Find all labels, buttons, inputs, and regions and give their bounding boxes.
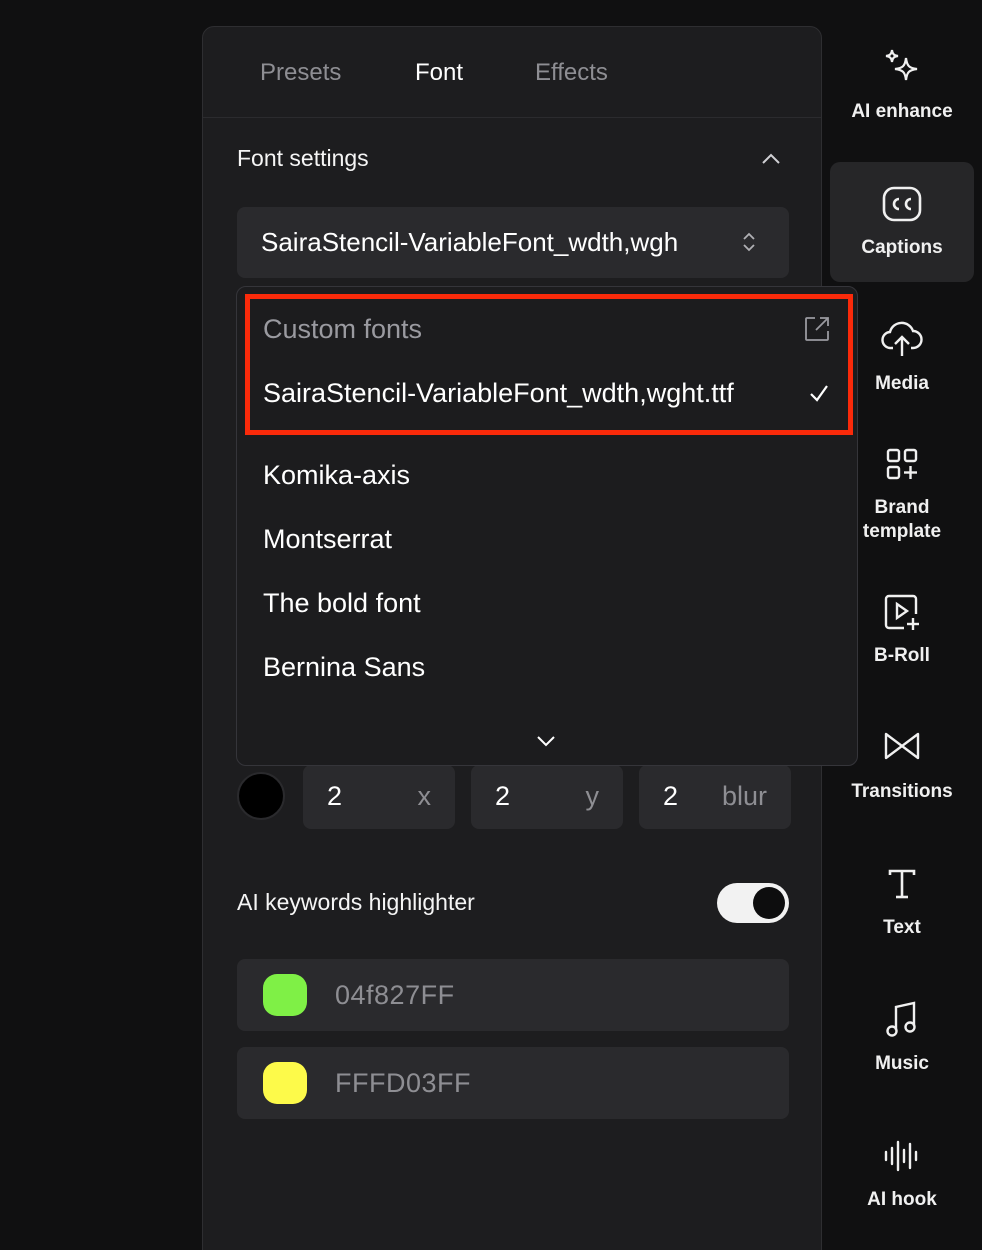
waveform-icon bbox=[884, 1140, 918, 1172]
rail-label: Music bbox=[875, 1053, 929, 1074]
font-select[interactable]: SairaStencil-VariableFont_wdth,wgh bbox=[237, 207, 789, 278]
rail-captions[interactable]: Captions bbox=[830, 162, 974, 282]
shadow-x-input[interactable]: 2 x bbox=[303, 765, 455, 829]
shadow-y-value: 2 bbox=[495, 781, 511, 811]
color-hex-1: 04f827FF bbox=[335, 980, 455, 1010]
rail-label: Text bbox=[883, 917, 921, 938]
text-icon bbox=[888, 869, 916, 899]
transitions-icon bbox=[884, 732, 920, 760]
color-swatch-yellow bbox=[263, 1062, 307, 1104]
rail-broll[interactable]: B-Roll bbox=[830, 578, 974, 698]
tab-presets[interactable]: Presets bbox=[260, 59, 341, 87]
dropdown-item[interactable]: Montserrat bbox=[263, 524, 392, 555]
ai-keywords-label: AI keywords highlighter bbox=[237, 889, 475, 915]
external-link-icon[interactable] bbox=[803, 315, 831, 343]
rail-label: B-Roll bbox=[874, 645, 930, 666]
shadow-x-value: 2 bbox=[327, 781, 343, 811]
rail-music[interactable]: Music bbox=[830, 986, 974, 1106]
rail-label: AI enhance bbox=[851, 101, 953, 122]
shadow-y-input[interactable]: 2 y bbox=[471, 765, 623, 829]
font-select-value: SairaStencil-VariableFont_wdth,wgh bbox=[261, 227, 679, 257]
shadow-blur-value: 2 bbox=[663, 781, 679, 811]
chevron-up-icon[interactable] bbox=[759, 147, 783, 171]
shadow-blur-unit: blur bbox=[721, 781, 767, 811]
custom-fonts-header: Custom fonts bbox=[263, 314, 423, 344]
shadow-blur-input[interactable]: 2 blur bbox=[639, 765, 791, 829]
tab-bar: Presets Font Effects bbox=[203, 27, 821, 118]
broll-icon bbox=[884, 594, 919, 630]
ai-keywords-toggle[interactable] bbox=[717, 883, 789, 923]
tab-effects[interactable]: Effects bbox=[535, 59, 608, 87]
dropdown-item[interactable]: The bold font bbox=[263, 588, 421, 619]
shadow-y-unit: y bbox=[585, 781, 600, 811]
font-settings-title: Font settings bbox=[237, 145, 369, 171]
rail-transitions[interactable]: Transitions bbox=[830, 714, 974, 834]
dropdown-item[interactable]: Bernina Sans bbox=[263, 652, 425, 683]
rail-ai-enhance[interactable]: AI enhance bbox=[830, 26, 974, 146]
font-dropdown-menu: Custom fonts SairaStencil-VariableFont_w… bbox=[236, 286, 858, 766]
cloud-upload-icon bbox=[881, 321, 923, 356]
rail-label: AI hook bbox=[867, 1189, 937, 1210]
check-icon bbox=[810, 385, 828, 402]
sparkle-icon bbox=[885, 49, 918, 81]
shadow-x-unit: x bbox=[417, 781, 432, 811]
tab-font[interactable]: Font bbox=[415, 59, 463, 87]
brand-template-icon bbox=[886, 448, 918, 480]
toggle-knob bbox=[753, 887, 785, 919]
rail-label: Media bbox=[875, 373, 929, 394]
rail-ai-hook[interactable]: AI hook bbox=[830, 1122, 974, 1242]
dropdown-item-custom-font[interactable]: SairaStencil-VariableFont_wdth,wght.ttf bbox=[263, 378, 734, 409]
rail-brand-template[interactable]: Brand template bbox=[830, 434, 974, 554]
color-hex-2: FFFD03FF bbox=[335, 1068, 471, 1098]
color-swatch-green bbox=[263, 974, 307, 1016]
chevron-down-icon[interactable] bbox=[535, 733, 557, 749]
rail-label: Transitions bbox=[851, 781, 953, 802]
rail-text[interactable]: Text bbox=[830, 850, 974, 970]
music-icon bbox=[886, 1001, 916, 1037]
dropdown-item[interactable]: Komika-axis bbox=[263, 460, 410, 491]
highlight-color-row-2[interactable]: FFFD03FF bbox=[237, 1047, 789, 1119]
highlight-color-row-1[interactable]: 04f827FF bbox=[237, 959, 789, 1031]
rail-label: Captions bbox=[861, 237, 943, 258]
rail-media[interactable]: Media bbox=[830, 298, 974, 418]
shadow-color-swatch[interactable] bbox=[237, 772, 285, 820]
cc-icon bbox=[882, 186, 922, 222]
rail-label: Brand template bbox=[862, 497, 942, 542]
select-arrows-icon bbox=[743, 232, 755, 252]
